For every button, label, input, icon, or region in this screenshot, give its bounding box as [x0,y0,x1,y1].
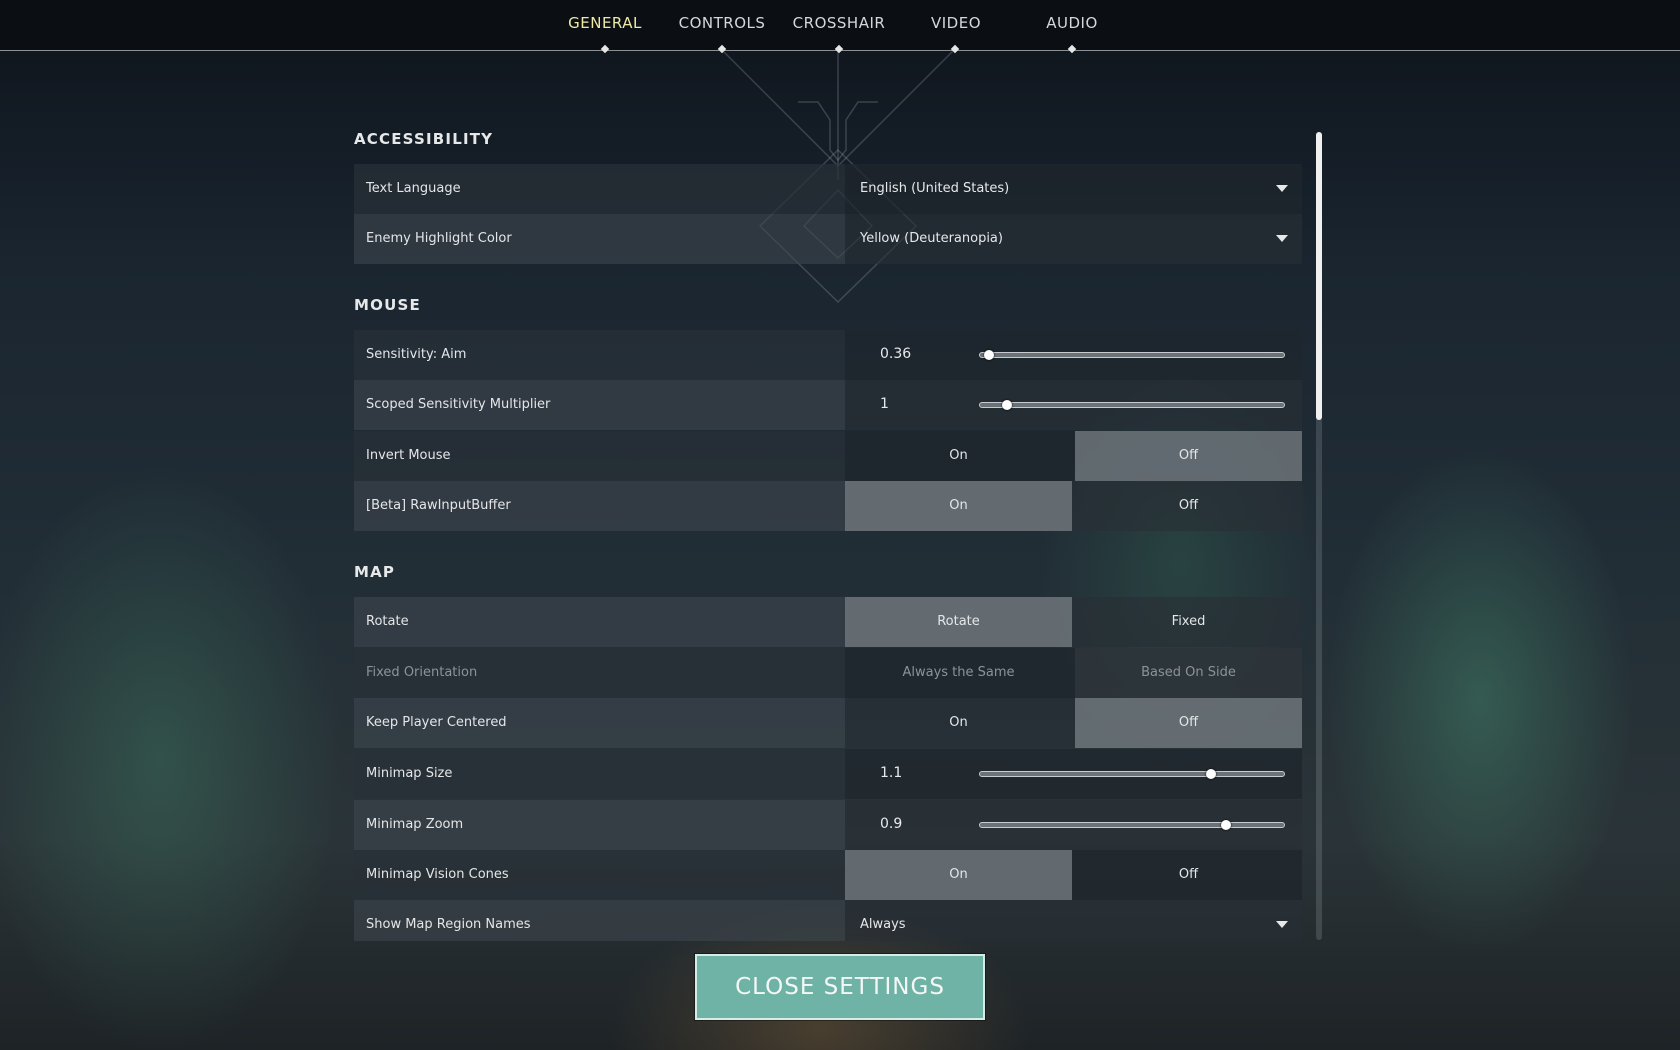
setting-row-scoped-sensitivity: Scoped Sensitivity Multiplier 1 [354,380,1302,430]
setting-label: Minimap Vision Cones [366,867,509,882]
setting-label: Scoped Sensitivity Multiplier [366,397,551,412]
minimap-zoom-value[interactable]: 0.9 [880,816,902,832]
dropdown-value: Always [860,917,906,932]
sensitivity-aim-slider[interactable] [979,350,1285,360]
vision-cones-off-option[interactable]: Off [1075,850,1302,900]
chevron-down-icon [1276,921,1288,928]
invert-mouse-on-option[interactable]: On [845,431,1072,481]
enemy-highlight-color-dropdown[interactable]: Yellow (Deuteranopia) [845,214,1302,264]
decorative-emblem-icon [721,49,955,304]
section-title-mouse: MOUSE [354,296,421,314]
rotate-option[interactable]: Rotate [845,597,1072,647]
minimap-size-slider[interactable] [979,769,1285,779]
setting-row-rotate: Rotate Rotate Fixed [354,597,1302,647]
scoped-sensitivity-slider[interactable] [979,400,1285,410]
setting-row-text-language: Text Language English (United States) [354,164,1302,214]
text-language-dropdown[interactable]: English (United States) [845,164,1302,214]
dropdown-value: English (United States) [860,181,1010,196]
slider-knob[interactable] [984,350,995,360]
fixed-option[interactable]: Fixed [1075,597,1302,647]
setting-label: Rotate [366,614,409,629]
dropdown-value: Yellow (Deuteranopia) [860,231,1003,246]
scrollbar-thumb[interactable] [1316,132,1322,420]
chevron-down-icon [1276,185,1288,192]
setting-row-fixed-orientation: Fixed Orientation Always the Same Based … [354,648,1302,698]
setting-row-show-map-region-names: Show Map Region Names Always [354,900,1302,941]
raw-input-off-option[interactable]: Off [1075,481,1302,531]
scoped-sensitivity-value[interactable]: 1 [880,396,889,412]
section-title-map: MAP [354,563,396,581]
setting-row-minimap-vision-cones: Minimap Vision Cones On Off [354,850,1302,900]
always-the-same-option: Always the Same [902,665,1015,680]
setting-label: Sensitivity: Aim [366,347,467,362]
slider-knob[interactable] [1221,820,1232,830]
sensitivity-aim-value[interactable]: 0.36 [880,346,911,362]
setting-label: Enemy Highlight Color [366,231,512,246]
setting-row-raw-input-buffer: [Beta] RawInputBuffer On Off [354,481,1302,531]
minimap-zoom-slider[interactable] [979,820,1285,830]
slider-knob[interactable] [1002,400,1013,410]
setting-row-sensitivity-aim: Sensitivity: Aim 0.36 [354,330,1302,380]
based-on-side-option: Based On Side [1075,648,1302,698]
map-region-names-dropdown[interactable]: Always [845,900,1302,941]
section-title-accessibility: ACCESSIBILITY [354,130,494,148]
keep-centered-off-option[interactable]: Off [1075,698,1302,748]
setting-label: [Beta] RawInputBuffer [366,498,511,513]
slider-knob[interactable] [1206,769,1217,779]
setting-label: Minimap Size [366,766,453,781]
setting-label: Text Language [366,181,461,196]
invert-mouse-off-option[interactable]: Off [1075,431,1302,481]
setting-label: Fixed Orientation [366,665,478,680]
setting-row-minimap-zoom: Minimap Zoom 0.9 [354,800,1302,850]
minimap-size-value[interactable]: 1.1 [880,765,902,781]
setting-label: Keep Player Centered [366,715,507,730]
settings-scrollbar[interactable] [1316,132,1322,940]
setting-row-keep-player-centered: Keep Player Centered On Off [354,698,1302,748]
setting-label: Show Map Region Names [366,917,531,932]
chevron-down-icon [1276,235,1288,242]
raw-input-on-option[interactable]: On [845,481,1072,531]
setting-row-minimap-size: Minimap Size 1.1 [354,749,1302,799]
vision-cones-on-option[interactable]: On [845,850,1072,900]
setting-row-invert-mouse: Invert Mouse On Off [354,431,1302,481]
setting-row-enemy-highlight-color: Enemy Highlight Color Yellow (Deuteranop… [354,214,1302,264]
close-settings-button[interactable]: CLOSE SETTINGS [695,954,985,1020]
setting-label: Minimap Zoom [366,817,464,832]
setting-label: Invert Mouse [366,448,451,463]
keep-centered-on-option[interactable]: On [845,698,1072,748]
